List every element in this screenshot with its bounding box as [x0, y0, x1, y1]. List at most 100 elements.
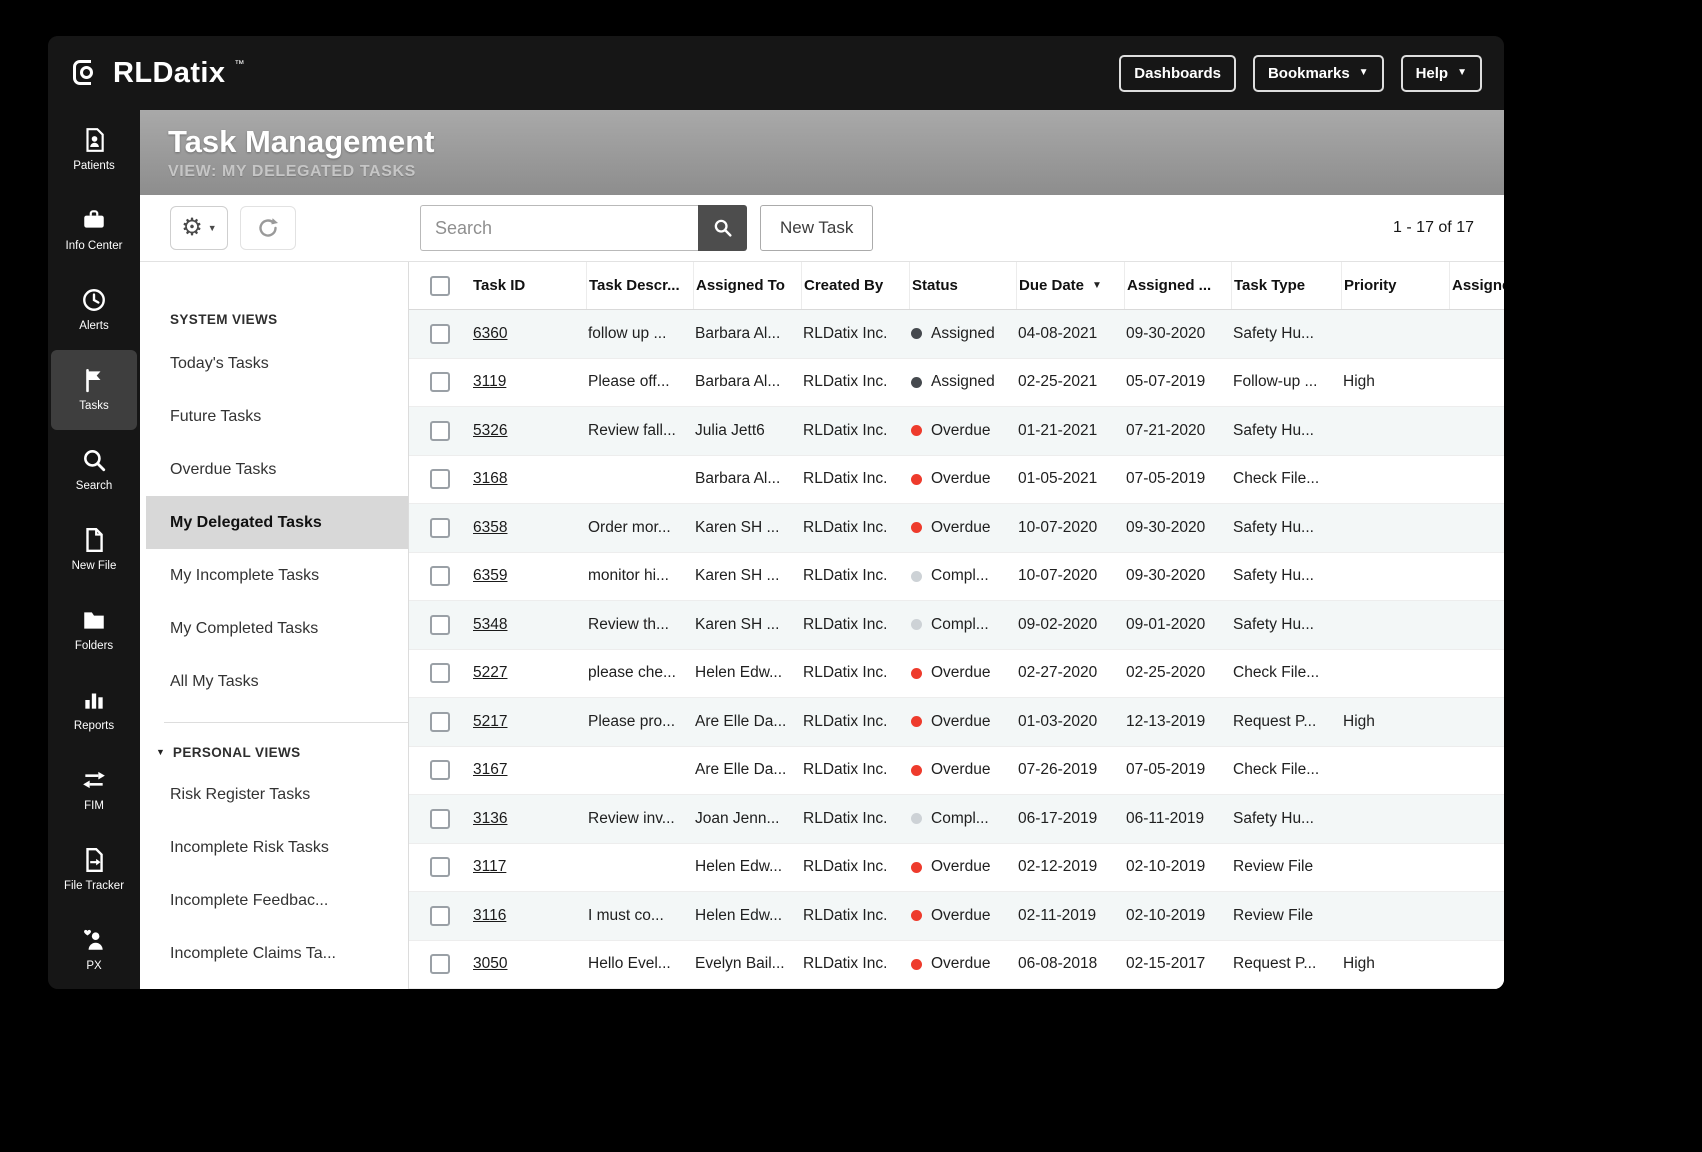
row-checkbox[interactable] [430, 420, 450, 441]
row-checkbox[interactable] [430, 808, 450, 829]
task-id-link[interactable]: 5348 [473, 616, 507, 633]
task-description: monitor hi... [588, 567, 669, 585]
view-item[interactable]: Overdue Tasks [146, 443, 408, 496]
created-by: RLDatix Inc. [803, 858, 888, 876]
view-item[interactable]: Incomplete Claims Ta... [146, 927, 408, 980]
table-row: 3117 Helen Edw... RLDatix Inc. Overdue 0… [409, 843, 1504, 892]
task-id-link[interactable]: 3050 [473, 955, 507, 972]
column-header-label: Assigned To [696, 277, 785, 294]
row-checkbox[interactable] [430, 469, 450, 490]
column-header[interactable]: Assigned To [693, 262, 801, 309]
sidebar-item-label: Patients [73, 160, 115, 173]
status-label: Overdue [931, 955, 991, 973]
task-id-link[interactable]: 3117 [473, 858, 506, 875]
refresh-button[interactable] [240, 206, 296, 250]
row-checkbox[interactable] [430, 760, 450, 781]
due-date: 02-11-2019 [1018, 906, 1097, 924]
task-id-link[interactable]: 3119 [473, 373, 506, 390]
select-all-checkbox[interactable] [430, 275, 450, 296]
status-dot [911, 716, 922, 728]
sidebar-item-folders[interactable]: Folders [51, 589, 137, 669]
sidebar-item-tasks[interactable]: Tasks [51, 349, 137, 430]
view-item[interactable]: Today's Tasks [146, 337, 408, 390]
status-label: Compl... [931, 615, 989, 633]
views-panel: SYSTEM VIEWS Today's Tasks Future Tasks Ov… [140, 262, 408, 989]
page-title: Task Management [168, 124, 435, 159]
created-by: RLDatix Inc. [803, 809, 888, 827]
column-header[interactable]: Assigne [1449, 262, 1504, 309]
task-id-link[interactable]: 6360 [473, 325, 507, 342]
table-row: 5227 please che... Helen Edw... RLDatix … [409, 649, 1504, 698]
topbar: RLDatix ™ Dashboards Bookmarks ▼ Help ▼ [48, 36, 1504, 110]
view-item[interactable]: My Incomplete Tasks [146, 549, 408, 602]
column-header[interactable]: Task Type [1231, 262, 1341, 309]
column-header[interactable]: Task Descr... [586, 262, 693, 309]
sidebar-item-fim[interactable]: FIM [51, 749, 137, 829]
sidebar-item-file-tracker[interactable]: File Tracker [51, 829, 137, 909]
due-date: 01-21-2021 [1018, 421, 1098, 439]
row-checkbox[interactable] [430, 905, 450, 926]
sidebar-item-patients[interactable]: Patients [51, 110, 137, 190]
task-id-link[interactable]: 6359 [473, 567, 507, 584]
topbar-button-help[interactable]: Help ▼ [1400, 54, 1482, 92]
task-id-link[interactable]: 3136 [473, 810, 507, 827]
sidebar-item-label: Tasks [79, 400, 109, 413]
row-checkbox[interactable] [430, 372, 450, 393]
sidebar-item-info-center[interactable]: Info Center [51, 190, 137, 270]
row-checkbox[interactable] [430, 711, 450, 732]
task-description: Hello Evel... [588, 955, 671, 973]
assigned-to: Barbara Al... [695, 470, 781, 488]
row-checkbox[interactable] [430, 566, 450, 587]
due-date: 06-08-2018 [1018, 955, 1098, 973]
task-id-link[interactable]: 5227 [473, 664, 507, 681]
created-by: RLDatix Inc. [803, 470, 888, 488]
column-header[interactable]: Created By [801, 262, 909, 309]
column-header[interactable]: Status [909, 262, 1016, 309]
task-type: Safety Hu... [1233, 324, 1314, 342]
task-id-link[interactable]: 6358 [473, 519, 507, 536]
sidebar-item-reports[interactable]: Reports [51, 669, 137, 749]
row-checkbox[interactable] [430, 517, 450, 538]
status-dot [911, 570, 922, 582]
view-item[interactable]: Risk Register Tasks [146, 768, 408, 821]
row-checkbox[interactable] [430, 954, 450, 975]
view-item[interactable]: All My Tasks [146, 655, 408, 708]
column-header[interactable]: Task ID [471, 262, 586, 309]
row-checkbox[interactable] [430, 663, 450, 684]
status-label: Overdue [931, 664, 991, 682]
search-icon [714, 219, 732, 237]
sidebar-item-px[interactable]: PX [51, 909, 137, 989]
view-item[interactable]: My Delegated Tasks [146, 496, 408, 549]
row-checkbox[interactable] [430, 323, 450, 344]
topbar-button-dashboards[interactable]: Dashboards [1119, 54, 1236, 92]
settings-button[interactable]: ⚙ ▼ [170, 206, 228, 250]
row-checkbox[interactable] [430, 857, 450, 878]
topbar-button-bookmarks[interactable]: Bookmarks ▼ [1252, 54, 1384, 92]
search-submit-button[interactable] [698, 205, 747, 251]
row-checkbox[interactable] [430, 614, 450, 635]
sidebar-item-new-file[interactable]: New File [51, 510, 137, 590]
column-header[interactable]: Assigned ... [1124, 262, 1231, 309]
task-id-link[interactable]: 3167 [473, 761, 507, 778]
view-item[interactable]: Incomplete Risk Tasks [146, 821, 408, 874]
column-header[interactable]: Priority [1341, 262, 1449, 309]
task-id-link[interactable]: 3116 [473, 907, 506, 924]
task-id-link[interactable]: 3168 [473, 470, 507, 487]
column-header[interactable]: Due Date ▼ [1016, 262, 1124, 309]
assigned-to: Helen Edw... [695, 858, 783, 876]
sidebar-item-search[interactable]: Search [51, 430, 137, 510]
column-header-label: Created By [804, 277, 884, 294]
column-header-label: Assigned ... [1127, 277, 1212, 294]
sidebar-item-label: Alerts [79, 320, 109, 333]
personal-views-header[interactable]: ▼ PERSONAL VIEWS [140, 745, 408, 760]
task-id-link[interactable]: 5326 [473, 422, 507, 439]
task-id-link[interactable]: 5217 [473, 713, 507, 730]
search-input[interactable] [420, 205, 698, 251]
status-dot [911, 522, 922, 534]
sidebar-item-alerts[interactable]: Alerts [51, 270, 137, 350]
reports-icon [81, 687, 107, 713]
view-item[interactable]: My Completed Tasks [146, 602, 408, 655]
view-item[interactable]: Incomplete Feedbac... [146, 874, 408, 927]
view-item[interactable]: Future Tasks [146, 390, 408, 443]
new-task-button[interactable]: New Task [760, 205, 874, 251]
